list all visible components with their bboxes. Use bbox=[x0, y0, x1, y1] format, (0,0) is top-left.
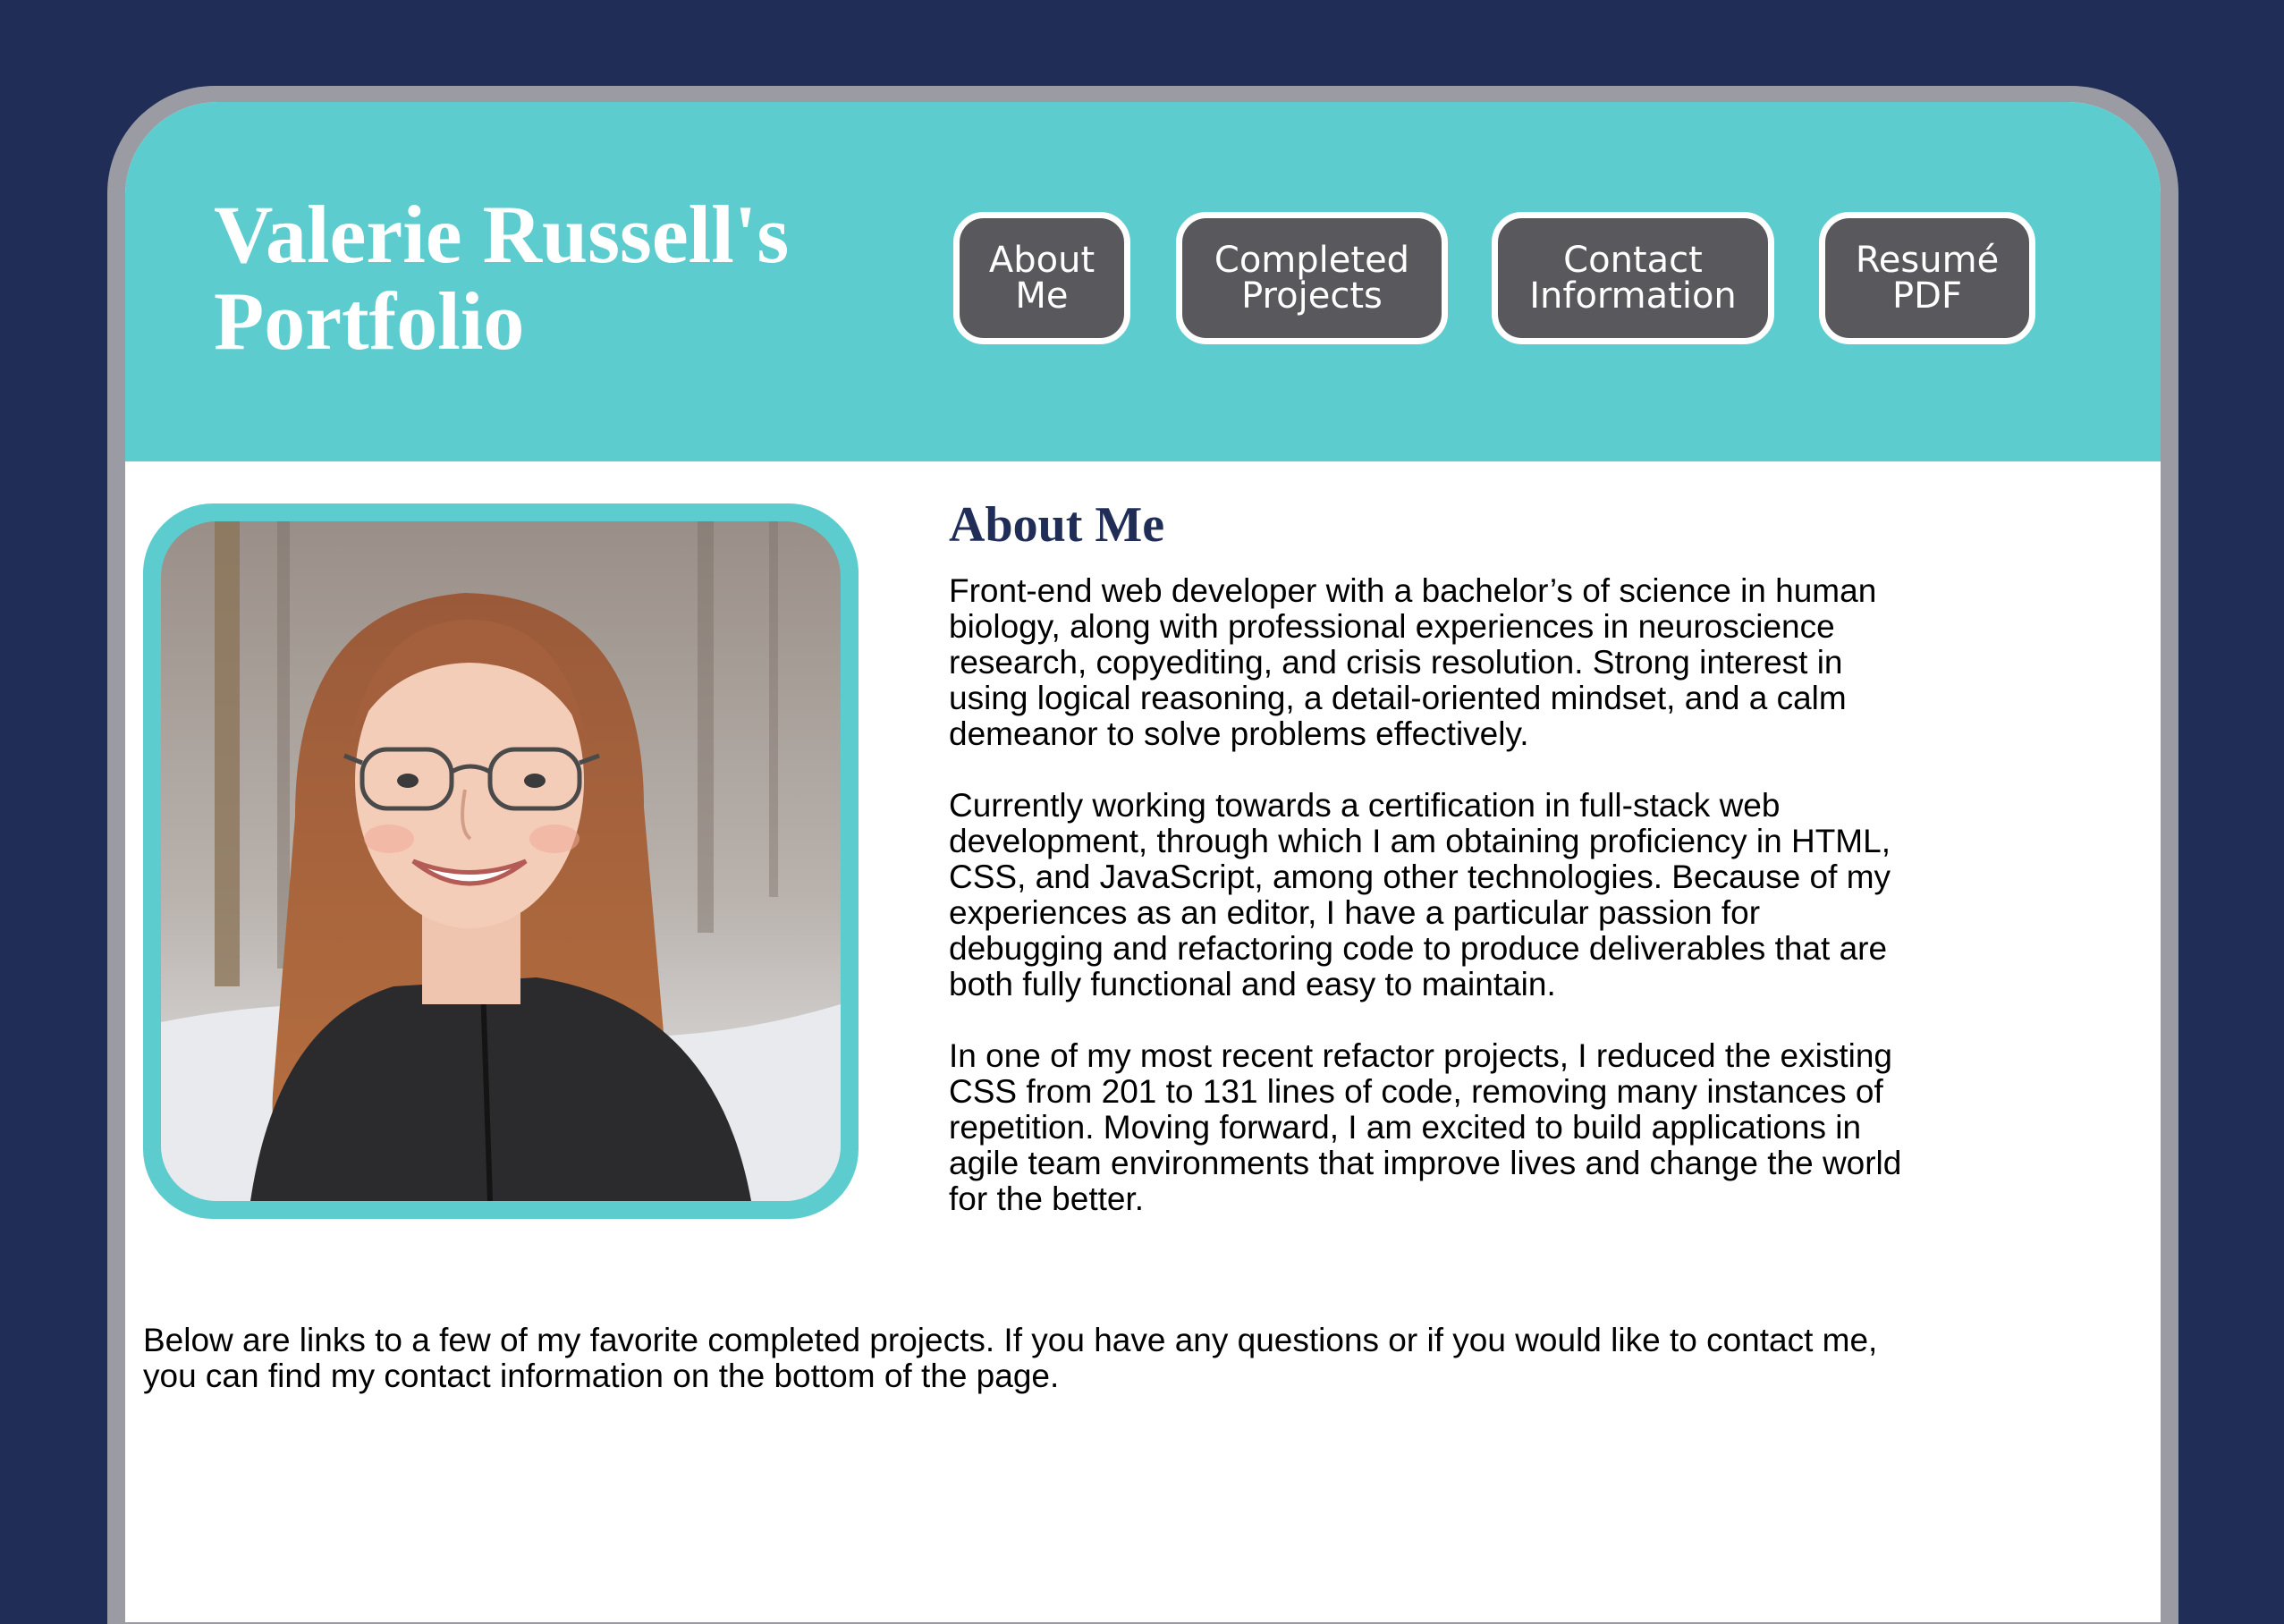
nav-completed-projects-button[interactable]: Completed Projects bbox=[1176, 212, 1448, 344]
nav-contact-information-label-line1: Contact bbox=[1563, 240, 1703, 281]
profile-photo-frame bbox=[143, 503, 859, 1219]
nav-resume-pdf-label-line2: PDF bbox=[1892, 275, 1962, 317]
nav-about-me-button[interactable]: About Me bbox=[953, 212, 1130, 344]
portrait-illustration bbox=[161, 521, 841, 1201]
about-paragraph: Currently working towards a certificatio… bbox=[949, 787, 1891, 1002]
about-me-heading: About Me bbox=[949, 497, 1165, 553]
projects-intro-text: Below are links to a few of my favorite … bbox=[143, 1322, 1878, 1394]
nav-completed-projects-label-line1: Completed bbox=[1214, 240, 1410, 281]
nav-contact-information-button[interactable]: Contact Information bbox=[1492, 212, 1774, 344]
profile-photo bbox=[161, 521, 841, 1201]
about-me-body: Front-end web developer with a bachelor’… bbox=[949, 573, 1906, 1253]
about-paragraph: Front-end web developer with a bachelor’… bbox=[949, 572, 1877, 752]
nav-completed-projects-label-line2: Projects bbox=[1241, 275, 1383, 317]
nav-contact-information-label-line2: Information bbox=[1529, 275, 1737, 317]
site-header: Valerie Russell's Portfolio About Me Com… bbox=[125, 102, 2161, 461]
about-paragraph: In one of my most recent refactor projec… bbox=[949, 1037, 1902, 1217]
nav-about-me-label-line1: About bbox=[988, 240, 1095, 281]
nav-about-me-label-line2: Me bbox=[1015, 275, 1069, 317]
nav-resume-pdf-label-line1: Resumé bbox=[1855, 240, 2000, 281]
site-title: Valerie Russell's Portfolio bbox=[214, 189, 790, 367]
nav-resume-pdf-button[interactable]: Resumé PDF bbox=[1819, 212, 2035, 344]
